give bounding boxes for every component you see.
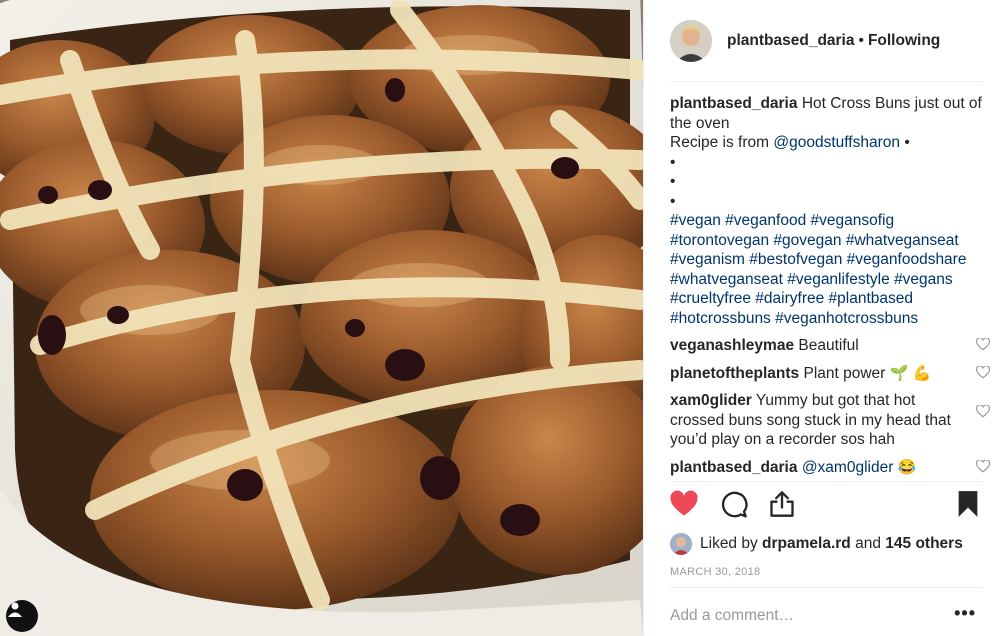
hashtag[interactable]: #vegan [670, 212, 721, 229]
comment-emoji: 🌱 💪 [889, 364, 932, 382]
caption-author[interactable]: plantbased_daria [670, 95, 798, 112]
hashtag[interactable]: #dairyfree [755, 290, 824, 307]
divider [670, 481, 982, 482]
divider [670, 587, 982, 588]
action-bar [670, 490, 982, 524]
caption: plantbased_daria Hot Cross Buns just out… [670, 94, 990, 328]
author-username[interactable]: plantbased_daria [727, 32, 855, 49]
bookmark-icon[interactable] [954, 490, 982, 518]
post-date[interactable]: MARCH 30, 2018 [670, 566, 760, 578]
caption-recipe-text: Recipe is from [670, 134, 770, 151]
hashtag[interactable]: #hotcrossbuns [670, 310, 771, 327]
comment: plantbased_daria @xam0glider 😂 [670, 458, 990, 478]
comment-author[interactable]: xam0glider [670, 392, 752, 409]
post-header: plantbased_daria • Following [670, 16, 982, 66]
comment: xam0glider Yummy but got that hot crosse… [670, 391, 990, 450]
comment-emoji: 😂 [897, 458, 917, 476]
caption-hashtags: #vegan #veganfood #vegansofig #torontove… [670, 211, 990, 328]
heart-outline-icon[interactable] [976, 338, 990, 351]
comment-text: Plant power [803, 364, 886, 382]
follow-status[interactable]: Following [868, 32, 940, 49]
likes-summary: Liked by drpamela.rd and 145 others [670, 533, 963, 555]
post-photo[interactable] [0, 0, 643, 636]
comment-text: Beautiful [798, 337, 859, 354]
comment-author[interactable]: plantbased_daria [670, 459, 798, 476]
caption-mention[interactable]: @goodstuffsharon [773, 134, 900, 151]
hashtag[interactable]: #plantbased [829, 290, 913, 307]
comment-mention[interactable]: @xam0glider [802, 459, 894, 476]
heart-outline-icon[interactable] [976, 459, 990, 473]
heart-outline-icon[interactable] [976, 365, 990, 379]
likes-and: and [855, 535, 881, 552]
likes-prefix: Liked by [700, 535, 758, 552]
comment: veganashleymae Beautiful [670, 336, 990, 356]
more-options-button[interactable]: ••• [954, 604, 976, 622]
share-icon[interactable] [768, 490, 796, 518]
caption-bullet: • [670, 173, 676, 190]
hashtag[interactable]: #crueltyfree [670, 290, 751, 307]
author-avatar[interactable] [670, 20, 712, 62]
hashtag[interactable]: #veganfoodshare [847, 251, 967, 268]
comment-author[interactable]: veganashleymae [670, 337, 794, 354]
liker-avatar[interactable] [670, 533, 692, 555]
comment-author[interactable]: planetoftheplants [670, 365, 799, 382]
hashtag[interactable]: #veganhotcrossbuns [775, 310, 918, 327]
comment-icon[interactable] [720, 490, 748, 518]
hashtag[interactable]: #govegan [773, 232, 841, 249]
hashtag[interactable]: #whatveganseat [670, 271, 783, 288]
divider [670, 81, 982, 82]
comments-section: plantbased_daria Hot Cross Buns just out… [670, 94, 990, 477]
post-side-panel: plantbased_daria • Following plantbased_da… [643, 0, 1000, 636]
hashtag[interactable]: #bestofvegan [749, 251, 842, 268]
hashtag[interactable]: #whatveganseat [846, 232, 959, 249]
hashtag[interactable]: #vegansofig [811, 212, 895, 229]
user-tag-icon[interactable] [6, 600, 38, 632]
hashtag[interactable]: #veganism [670, 251, 745, 268]
comment: planetoftheplants Plant power 🌱 💪 [670, 364, 990, 384]
heart-outline-icon[interactable] [976, 405, 990, 418]
liker-username[interactable]: drpamela.rd [762, 535, 851, 553]
add-comment-input[interactable] [670, 600, 950, 632]
likes-count[interactable]: 145 others [885, 535, 963, 553]
hot-cross-buns-photo [0, 0, 643, 636]
hashtag[interactable]: #torontovegan [670, 232, 769, 249]
caption-bullet: • [670, 192, 676, 210]
heart-filled-icon[interactable] [670, 490, 698, 518]
caption-bullet: • [670, 153, 676, 171]
hashtag[interactable]: #veganfood [725, 212, 806, 229]
hashtag[interactable]: #veganlifestyle [787, 271, 890, 288]
hashtag[interactable]: #vegans [894, 271, 953, 288]
